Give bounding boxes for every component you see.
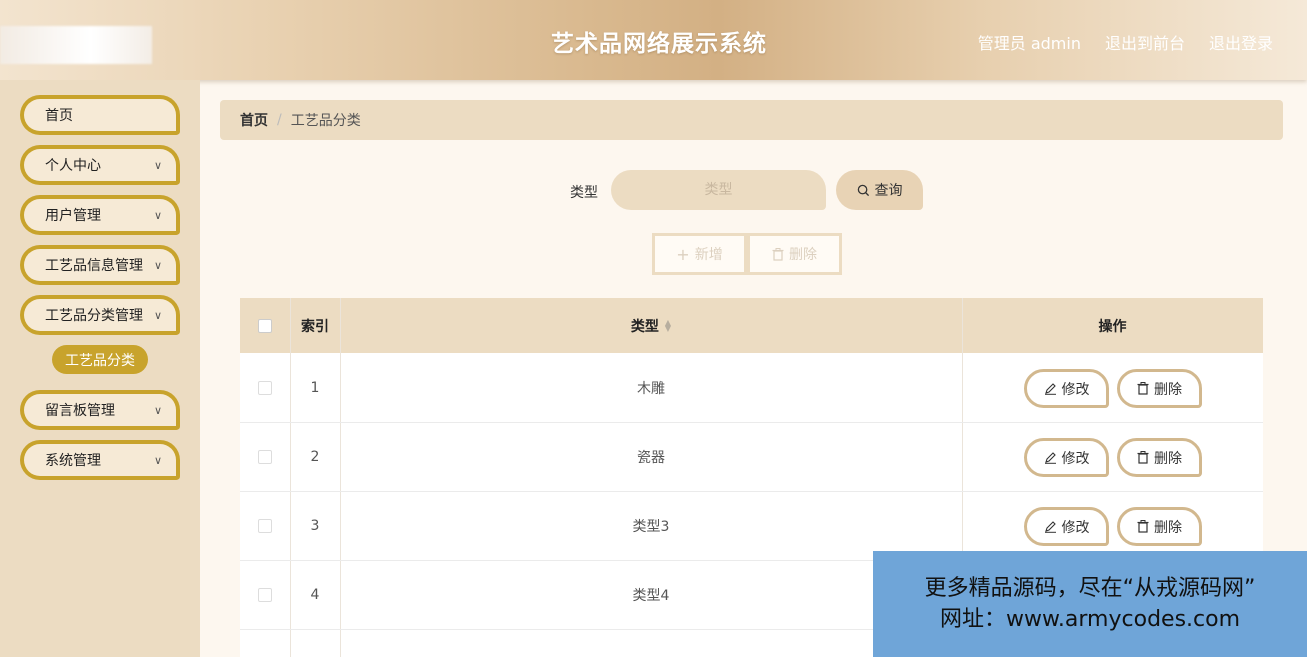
edit-icon xyxy=(1044,520,1057,533)
watermark-line-2: 网址：www.armycodes.com xyxy=(939,607,1241,632)
exit-to-front-link[interactable]: 退出到前台 xyxy=(1105,30,1185,54)
trash-icon xyxy=(772,247,784,261)
row-index: 2 xyxy=(310,449,320,465)
row-index: 4 xyxy=(310,587,320,603)
delete-button-label: 删除 xyxy=(1154,381,1182,398)
sidebar-item-personal-center[interactable]: 个人中心 ∨ xyxy=(20,145,180,185)
row-type: 类型4 xyxy=(632,588,670,604)
sidebar-item-label: 工艺品分类管理 xyxy=(45,308,143,324)
chevron-down-icon: ∨ xyxy=(153,259,162,272)
trash-icon xyxy=(1137,520,1149,533)
row-type: 瓷器 xyxy=(637,450,665,466)
row-index: 1 xyxy=(310,380,320,396)
header-type-label: 类型 xyxy=(630,318,659,335)
breadcrumb-separator: / xyxy=(277,112,282,128)
row-checkbox[interactable] xyxy=(258,381,272,395)
sidebar-item-user-management[interactable]: 用户管理 ∨ xyxy=(20,195,180,235)
header-nav: 管理员 admin 退出到前台 退出登录 xyxy=(978,30,1273,54)
edit-button-label: 修改 xyxy=(1061,381,1090,398)
sidebar-item-message-board[interactable]: 留言板管理 ∨ xyxy=(20,390,180,430)
admin-user-label: 管理员 admin xyxy=(977,34,1081,53)
header-select-cell xyxy=(240,298,290,353)
row-select-cell xyxy=(240,492,290,560)
sidebar-item-craft-category-management[interactable]: 工艺品分类管理 ∨ xyxy=(20,295,180,335)
header-type[interactable]: 类型 ▲ ▼ xyxy=(340,298,962,353)
edit-icon xyxy=(1044,451,1057,464)
logout-link[interactable]: 退出登录 xyxy=(1209,30,1273,54)
breadcrumb-current: 工艺品分类 xyxy=(290,113,361,129)
sidebar-item-label: 首页 xyxy=(45,108,73,124)
header-index: 索引 xyxy=(301,318,329,335)
row-checkbox[interactable] xyxy=(258,519,272,533)
edit-button[interactable]: 修改 xyxy=(1024,369,1109,408)
row-checkbox[interactable] xyxy=(258,588,272,602)
search-button[interactable]: 查询 xyxy=(836,170,923,210)
delete-button[interactable]: 删除 xyxy=(1117,507,1202,546)
add-button[interactable]: + 新增 xyxy=(652,233,747,275)
table-row: 2 瓷器 修改 删除 xyxy=(240,423,1263,492)
edit-icon xyxy=(1044,382,1057,395)
logo xyxy=(0,26,152,64)
add-button-label: 新增 xyxy=(694,247,723,263)
search-icon xyxy=(857,184,870,197)
row-checkbox[interactable] xyxy=(258,450,272,464)
row-select-cell xyxy=(240,354,290,422)
breadcrumb-home[interactable]: 首页 xyxy=(240,110,268,130)
sidebar-item-craft-info-management[interactable]: 工艺品信息管理 ∨ xyxy=(20,245,180,285)
trash-icon xyxy=(1137,451,1149,464)
table-row: 1 木雕 修改 删除 xyxy=(240,354,1263,423)
app-title: 艺术品网络展示系统 xyxy=(551,31,767,57)
sidebar-item-home[interactable]: 首页 xyxy=(20,95,180,135)
type-filter-label: 类型 xyxy=(570,185,598,201)
select-all-checkbox[interactable] xyxy=(258,318,272,333)
sidebar: 首页 个人中心 ∨ 用户管理 ∨ 工艺品信息管理 ∨ 工艺品分类管理 ∨ 工艺品… xyxy=(0,80,200,657)
top-header: 艺术品网络展示系统 管理员 admin 退出到前台 退出登录 xyxy=(0,0,1307,80)
edit-button-label: 修改 xyxy=(1061,450,1090,467)
trash-icon xyxy=(1137,382,1149,395)
watermark-banner: 更多精品源码，尽在“从戎源码网” 网址：www.armycodes.com xyxy=(873,551,1307,657)
sidebar-item-label: 工艺品信息管理 xyxy=(45,258,143,274)
batch-delete-button[interactable]: 删除 xyxy=(747,233,842,275)
delete-button-label: 删除 xyxy=(1154,519,1182,536)
header-ops: 操作 xyxy=(1098,318,1127,335)
edit-button[interactable]: 修改 xyxy=(1024,507,1109,546)
type-search-input[interactable] xyxy=(611,170,826,210)
sidebar-item-label: 系统管理 xyxy=(45,453,101,469)
delete-button[interactable]: 删除 xyxy=(1117,369,1202,408)
sort-icon[interactable]: ▲ ▼ xyxy=(665,318,671,332)
search-button-label: 查询 xyxy=(874,183,903,199)
row-type: 类型3 xyxy=(632,519,670,535)
row-select-cell xyxy=(240,423,290,491)
chevron-down-icon: ∨ xyxy=(153,404,162,417)
chevron-down-icon: ∨ xyxy=(153,209,162,222)
row-index: 3 xyxy=(310,518,320,534)
watermark-line-1: 更多精品源码，尽在“从戎源码网” xyxy=(924,576,1256,601)
breadcrumb: 首页 / 工艺品分类 xyxy=(220,100,1283,140)
edit-button[interactable]: 修改 xyxy=(1024,438,1109,477)
chevron-down-icon: ∨ xyxy=(153,454,162,467)
sidebar-item-label: 留言板管理 xyxy=(45,403,115,419)
chevron-down-icon: ∨ xyxy=(153,159,162,172)
sidebar-item-label: 用户管理 xyxy=(45,208,101,224)
delete-button[interactable]: 删除 xyxy=(1117,438,1202,477)
chevron-down-icon: ∨ xyxy=(153,309,162,322)
sidebar-subitem-craft-category[interactable]: 工艺品分类 xyxy=(52,345,148,374)
row-select-cell xyxy=(240,561,290,629)
delete-button-label: 删除 xyxy=(1154,450,1182,467)
sidebar-item-system-management[interactable]: 系统管理 ∨ xyxy=(20,440,180,480)
batch-delete-button-label: 删除 xyxy=(789,247,817,263)
table-header: 索引 类型 ▲ ▼ 操作 xyxy=(240,298,1263,353)
edit-button-label: 修改 xyxy=(1061,519,1090,536)
plus-icon: + xyxy=(676,244,690,264)
sidebar-item-label: 个人中心 xyxy=(45,158,101,174)
row-type: 木雕 xyxy=(637,381,665,397)
